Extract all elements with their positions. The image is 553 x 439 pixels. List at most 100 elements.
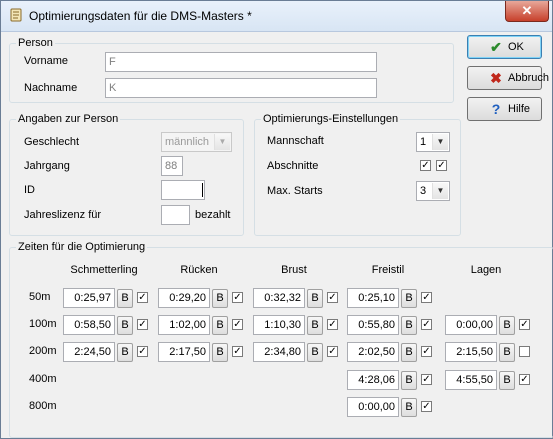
b-button[interactable]: B [117, 316, 133, 335]
license-input[interactable] [161, 205, 190, 225]
b-button[interactable]: B [401, 371, 417, 390]
ok-button-label: OK [508, 41, 524, 53]
time-checkbox[interactable]: ✓ [327, 346, 338, 357]
lastname-input[interactable]: K [105, 78, 377, 98]
license-label: Jahreslizenz für [24, 209, 102, 221]
column-header: Lagen [470, 264, 502, 276]
time-input[interactable]: 0:58,50 [63, 315, 115, 335]
chevron-down-icon: ▼ [214, 134, 230, 150]
time-checkbox[interactable]: ✓ [137, 292, 148, 303]
times-legend: Zeiten für die Optimierung [18, 241, 146, 253]
section-checkbox-1[interactable]: ✓ [420, 160, 431, 171]
time-input[interactable]: 4:55,50 [445, 370, 497, 390]
close-icon: ✕ [521, 3, 533, 18]
id-input[interactable] [161, 180, 205, 200]
gender-label: Geschlecht [24, 136, 80, 148]
time-input[interactable]: 4:28,06 [347, 370, 399, 390]
b-button[interactable]: B [212, 289, 228, 308]
time-input[interactable]: 0:32,32 [253, 288, 305, 308]
column-header: Schmetterling [70, 264, 138, 276]
dialog-content: Person Vorname F Nachname K ✔ OK ✖ Abbru… [1, 32, 553, 438]
team-label: Mannschaft [267, 135, 324, 147]
time-input[interactable]: 2:17,50 [158, 342, 210, 362]
time-checkbox[interactable]: ✓ [137, 346, 148, 357]
window-title: Optimierungsdaten für die DMS-Masters * [29, 9, 252, 23]
column-header: Rücken [180, 264, 218, 276]
maxstarts-select-value: 3 [420, 185, 427, 197]
time-checkbox[interactable]: ✓ [519, 319, 530, 330]
time-checkbox[interactable]: ✓ [421, 346, 432, 357]
distance-label: 100m [29, 318, 57, 330]
time-input[interactable]: 1:02,00 [158, 315, 210, 335]
maxstarts-label: Max. Starts [267, 185, 323, 197]
time-input[interactable]: 2:15,50 [445, 342, 497, 362]
gender-select-value: männlich [165, 136, 210, 148]
distance-label: 800m [29, 400, 57, 412]
time-checkbox[interactable]: ✓ [327, 292, 338, 303]
b-button[interactable]: B [499, 316, 515, 335]
column-header: Freistil [371, 264, 405, 276]
time-checkbox[interactable]: ✓ [327, 319, 338, 330]
time-checkbox[interactable]: ✓ [519, 374, 530, 385]
cancel-button[interactable]: ✖ Abbruch [467, 66, 549, 90]
time-checkbox[interactable]: ✓ [232, 346, 243, 357]
time-input[interactable]: 2:02,50 [347, 342, 399, 362]
time-input[interactable]: 0:29,20 [158, 288, 210, 308]
text-cursor [202, 183, 203, 197]
b-button[interactable]: B [307, 343, 323, 362]
firstname-input[interactable]: F [105, 52, 377, 72]
question-icon: ? [491, 101, 501, 117]
time-input[interactable]: 0:25,10 [347, 288, 399, 308]
b-button[interactable]: B [499, 371, 515, 390]
chevron-down-icon: ▼ [432, 134, 448, 150]
time-input[interactable]: 0:25,97 [63, 288, 115, 308]
time-checkbox[interactable]: ✓ [421, 401, 432, 412]
gender-select[interactable]: männlich ▼ [161, 132, 232, 152]
lastname-label: Nachname [24, 82, 78, 94]
distance-label: 200m [29, 345, 57, 357]
time-checkbox[interactable]: ✓ [232, 319, 243, 330]
time-checkbox[interactable]: ✓ [232, 292, 243, 303]
year-input[interactable]: 88 [161, 156, 183, 176]
b-button[interactable]: B [307, 289, 323, 308]
time-input[interactable]: 0:00,00 [445, 315, 497, 335]
settings-legend: Optimierungs-Einstellungen [263, 113, 399, 125]
time-checkbox[interactable]: ✓ [421, 292, 432, 303]
time-checkbox[interactable]: ✓ [421, 374, 432, 385]
b-button[interactable]: B [401, 316, 417, 335]
maxstarts-select[interactable]: 3 ▼ [416, 181, 450, 201]
title-bar[interactable]: Optimierungsdaten für die DMS-Masters * … [1, 1, 552, 32]
person-legend: Person [18, 37, 53, 49]
time-checkbox[interactable]: ✓ [137, 319, 148, 330]
dialog-window: Optimierungsdaten für die DMS-Masters * … [0, 0, 553, 439]
b-button[interactable]: B [401, 289, 417, 308]
ok-button[interactable]: ✔ OK [467, 35, 542, 59]
time-input[interactable]: 2:34,80 [253, 342, 305, 362]
details-legend: Angaben zur Person [18, 113, 119, 125]
b-button[interactable]: B [117, 343, 133, 362]
team-select[interactable]: 1 ▼ [416, 132, 450, 152]
chevron-down-icon: ▼ [432, 183, 448, 199]
distance-label: 50m [29, 291, 51, 303]
close-button[interactable]: ✕ [505, 1, 549, 22]
year-label: Jahrgang [24, 160, 70, 172]
b-button[interactable]: B [499, 343, 515, 362]
time-input[interactable]: 0:55,80 [347, 315, 399, 335]
b-button[interactable]: B [307, 316, 323, 335]
cancel-button-label: Abbruch [508, 72, 549, 84]
section-checkbox-2[interactable]: ✓ [436, 160, 447, 171]
time-checkbox[interactable] [519, 346, 530, 357]
column-header: Brust [281, 264, 307, 276]
scroll-icon [10, 8, 22, 22]
license-suffix: bezahlt [195, 209, 231, 221]
time-checkbox[interactable]: ✓ [421, 319, 432, 330]
time-input[interactable]: 1:10,30 [253, 315, 305, 335]
b-button[interactable]: B [401, 398, 417, 417]
b-button[interactable]: B [117, 289, 133, 308]
time-input[interactable]: 0:00,00 [347, 397, 399, 417]
time-input[interactable]: 2:24,50 [63, 342, 115, 362]
b-button[interactable]: B [212, 316, 228, 335]
help-button[interactable]: ? Hilfe [467, 97, 542, 121]
b-button[interactable]: B [212, 343, 228, 362]
b-button[interactable]: B [401, 343, 417, 362]
